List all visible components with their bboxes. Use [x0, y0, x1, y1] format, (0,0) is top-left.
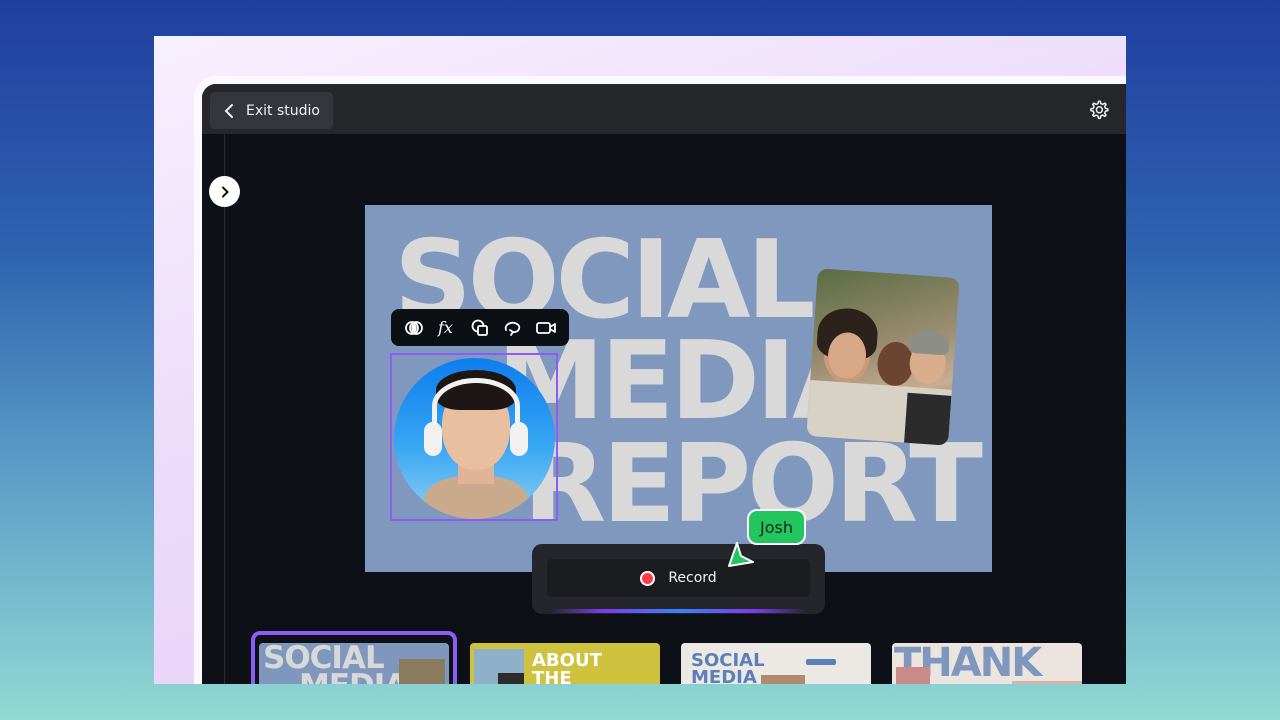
friends-photo[interactable] [806, 268, 960, 446]
element-toolbar: fx [391, 309, 569, 346]
collaborator-tag: Josh [747, 509, 806, 545]
record-panel: Record [532, 544, 825, 614]
thumbnail-4[interactable]: THANK [892, 643, 1082, 684]
color-adjust-icon[interactable] [401, 315, 427, 341]
record-glow [550, 609, 807, 613]
chevron-left-icon [224, 103, 234, 119]
exit-studio-label: Exit studio [246, 102, 320, 119]
shapes-icon[interactable] [467, 315, 493, 341]
exit-studio-button[interactable]: Exit studio [210, 92, 333, 129]
thumbnail-1[interactable]: SOCIAL MEDIA [259, 643, 449, 684]
avatar-selection-box [390, 353, 558, 521]
expand-panel-button[interactable] [209, 176, 240, 207]
effects-fx-icon[interactable]: fx [434, 315, 460, 341]
presentation-frame: Exit studio SOCIAL MEDIA REPORT fx Recor… [154, 36, 1126, 684]
thumbnail-3[interactable]: SOCIAL MEDIA [681, 643, 871, 684]
gear-icon[interactable] [1088, 99, 1109, 124]
record-label: Record [668, 570, 717, 586]
chevron-right-icon [221, 186, 229, 197]
top-bar: Exit studio [202, 84, 1126, 134]
cursor-pointer-icon [727, 540, 755, 572]
studio-app: Exit studio SOCIAL MEDIA REPORT fx Recor… [202, 84, 1126, 684]
svg-text:fx: fx [437, 318, 453, 337]
loop-icon[interactable] [500, 315, 526, 341]
sidebar-rail [224, 134, 225, 684]
record-dot-icon [640, 570, 656, 586]
slide-canvas[interactable]: SOCIAL MEDIA REPORT [365, 205, 992, 572]
thumbnail-2[interactable]: ABOUT THE [470, 643, 660, 684]
record-button[interactable]: Record [547, 559, 810, 597]
camera-icon[interactable] [533, 315, 559, 341]
